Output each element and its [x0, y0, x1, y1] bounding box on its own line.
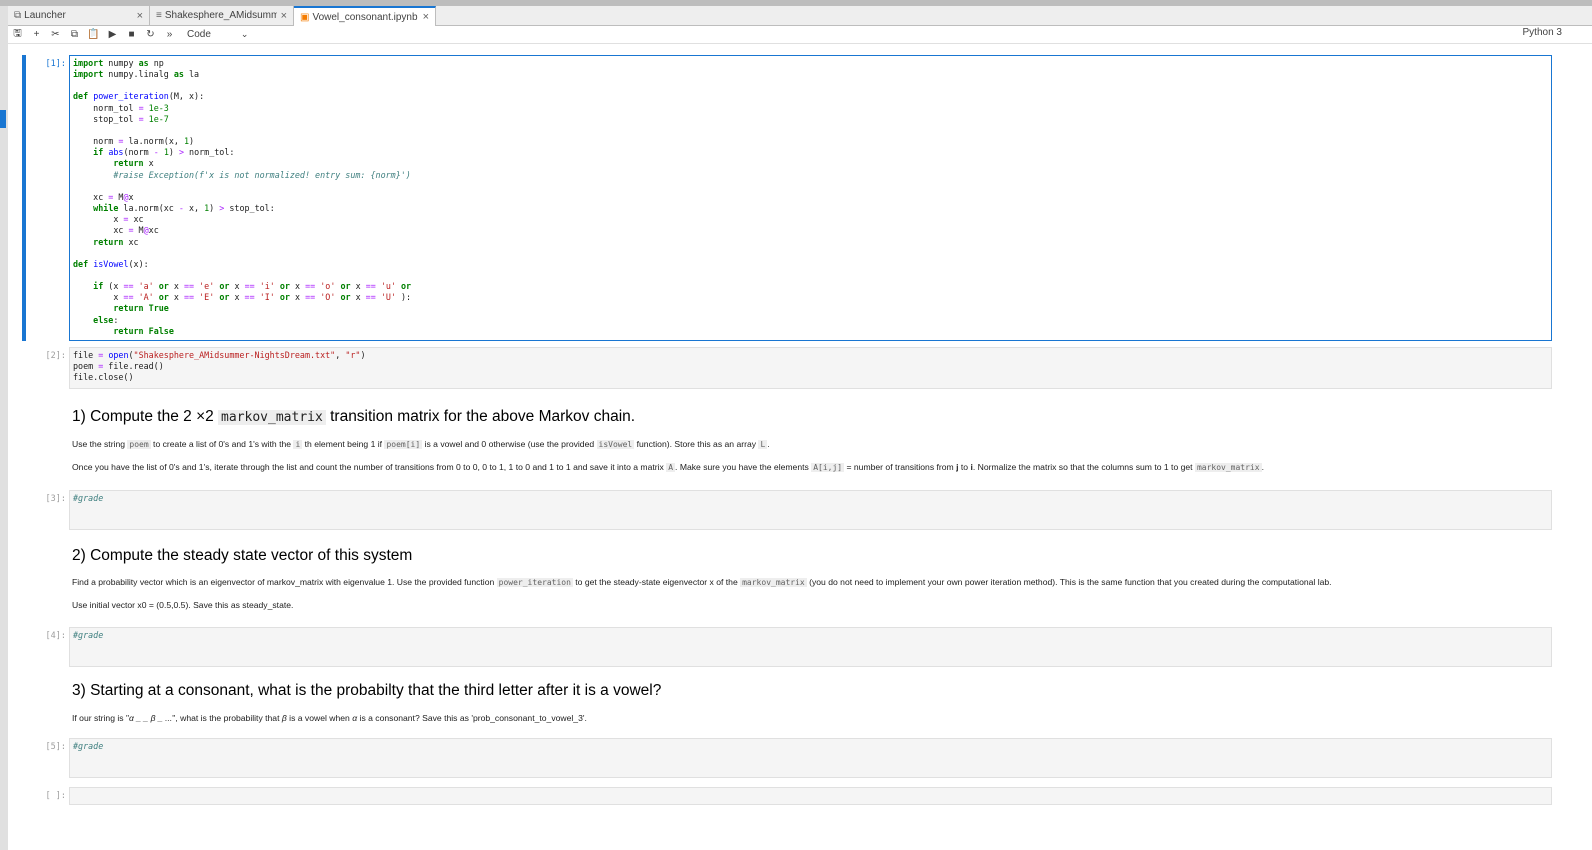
tab-vowel-consonant[interactable]: ▣ Vowel_consonant.ipynb × — [294, 6, 436, 26]
cell-prompt: [4]: — [45, 631, 66, 641]
sidebar-active-marker[interactable] — [0, 110, 6, 128]
code-cell-3[interactable]: #grade — [69, 490, 1552, 530]
notebook-toolbar: 🖫 + ✂ ⧉ 📋 ▶ ■ ↻ » Code ⌄ Python 3 — [8, 26, 1592, 44]
markdown-cell-1: 1) Compute the 2 ×2 markov_matrix transi… — [72, 408, 1552, 472]
md2-paragraph-1: Find a probability vector which is an ei… — [72, 577, 1332, 587]
chevron-down-icon: ⌄ — [240, 29, 249, 39]
close-icon[interactable]: × — [423, 11, 429, 23]
run-icon[interactable]: ▶ — [103, 29, 122, 40]
restart-icon[interactable]: ↻ — [141, 29, 160, 40]
code-cell-2[interactable]: file = open("Shakesphere_AMidsummer-Nigh… — [69, 347, 1552, 389]
tab-shakespeare[interactable]: ≡ Shakesphere_AMidsummer-N × — [150, 6, 294, 25]
section-heading-1: 1) Compute the 2 ×2 markov_matrix transi… — [72, 408, 636, 425]
stop-icon[interactable]: ■ — [122, 29, 141, 40]
paste-icon[interactable]: 📋 — [84, 29, 103, 40]
left-sidebar-edge — [0, 6, 8, 850]
close-icon[interactable]: × — [281, 10, 287, 22]
md3-paragraph-1: If our string is "α _ _ β _ ...", what i… — [72, 713, 587, 723]
md1-paragraph-2: Once you have the list of 0's and 1's, i… — [72, 462, 1264, 472]
cell-type-select[interactable]: Code ⌄ — [187, 29, 248, 40]
close-icon[interactable]: × — [137, 10, 143, 22]
cell-prompt: [1]: — [45, 59, 66, 69]
markdown-cell-3: 3) Starting at a consonant, what is the … — [72, 682, 1552, 723]
section-heading-2: 2) Compute the steady state vector of th… — [72, 547, 413, 564]
code-cell-4[interactable]: #grade — [69, 627, 1552, 667]
cut-icon[interactable]: ✂ — [46, 29, 65, 40]
tab-bar: ⧉ Launcher × ≡ Shakesphere_AMidsummer-N … — [8, 6, 1592, 26]
launcher-icon: ⧉ — [14, 10, 22, 21]
copy-icon[interactable]: ⧉ — [65, 29, 84, 40]
kernel-name[interactable]: Python 3 — [1523, 27, 1562, 38]
cell-prompt: [ ]: — [45, 791, 66, 801]
markdown-cell-2: 2) Compute the steady state vector of th… — [72, 547, 1552, 610]
code-cell-empty[interactable] — [69, 787, 1552, 805]
section-heading-3: 3) Starting at a consonant, what is the … — [72, 682, 662, 699]
add-cell-icon[interactable]: + — [27, 29, 46, 40]
cell-prompt: [5]: — [45, 742, 66, 752]
save-icon[interactable]: 🖫 — [8, 26, 27, 43]
code-cell-5[interactable]: #grade — [69, 738, 1552, 778]
code-cell-1[interactable]: import numpy as np import numpy.linalg a… — [69, 55, 1552, 341]
active-cell-bar — [22, 55, 26, 341]
cell-prompt: [2]: — [45, 351, 66, 361]
md1-paragraph-1: Use the string poem to create a list of … — [72, 439, 770, 449]
text-file-icon: ≡ — [156, 10, 162, 21]
tab-launcher[interactable]: ⧉ Launcher × — [8, 6, 150, 25]
notebook-icon: ▣ — [300, 11, 310, 23]
cell-prompt: [3]: — [45, 494, 66, 504]
md2-paragraph-2: Use initial vector x0 = (0.5,0.5). Save … — [72, 600, 294, 610]
notebook-panel: [1]: import numpy as np import numpy.lin… — [8, 44, 1592, 850]
fast-forward-icon[interactable]: » — [160, 29, 179, 40]
